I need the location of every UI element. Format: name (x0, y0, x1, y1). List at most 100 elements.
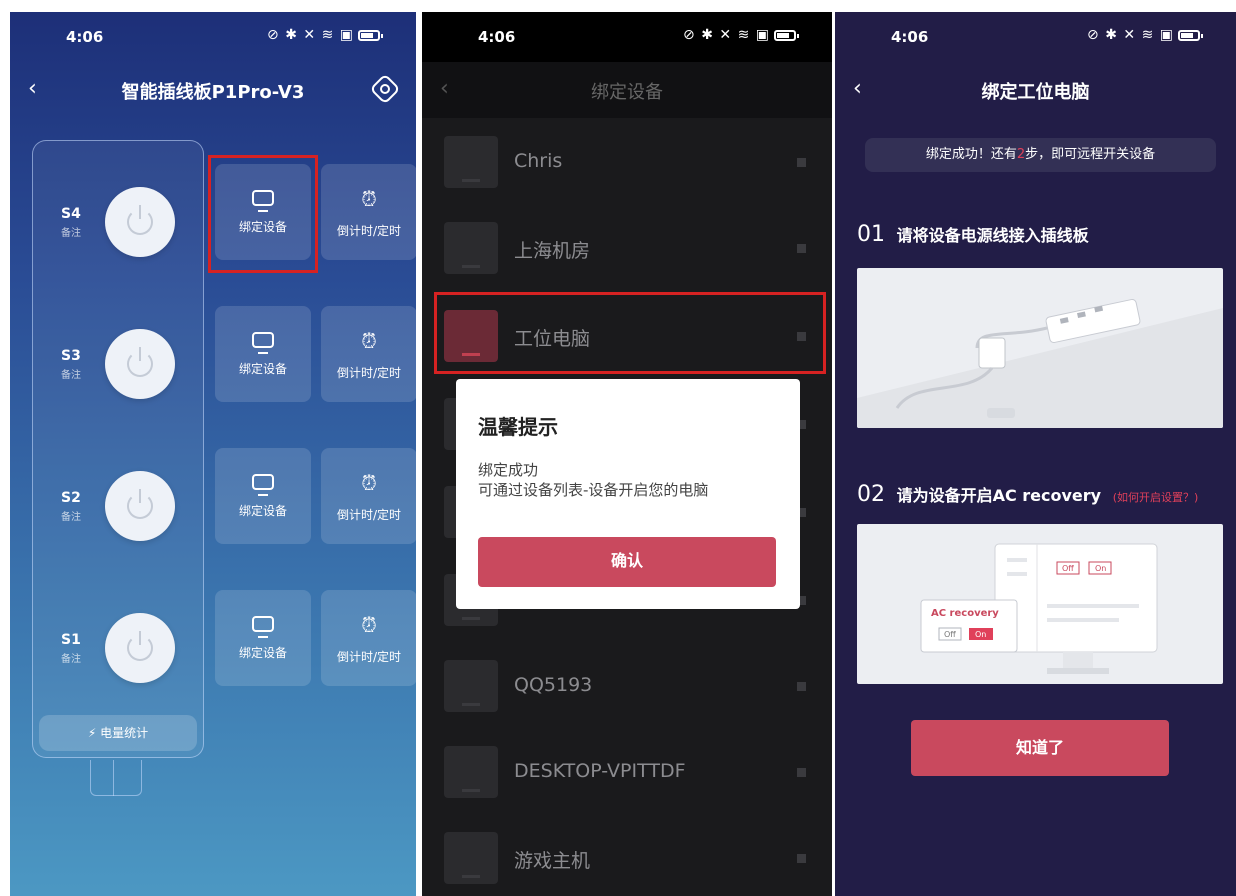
timer-button-s2[interactable]: ⏰︎ 倒计时/定时 (321, 448, 416, 544)
monitor-icon (252, 616, 274, 638)
navbar: ‹ 绑定工位电脑 (835, 62, 1236, 118)
monitor-icon (444, 136, 498, 188)
status-bar: 4:06 ⊘ ✱ ✕ ≋ ▣ (422, 12, 832, 62)
alarm-clock-icon: ⏰︎ (361, 187, 377, 211)
page-title: 绑定工位电脑 (981, 82, 1090, 103)
device-name: 上海机房 (514, 240, 591, 262)
device-name: DESKTOP-VPITTDF (514, 760, 686, 782)
device-row[interactable]: 游戏主机 (422, 816, 832, 896)
device-row[interactable]: 上海机房 (422, 206, 832, 290)
navbar: ‹ 绑定设备 (422, 62, 832, 118)
bind-device-button-s2[interactable]: 绑定设备 (215, 448, 311, 544)
bind-device-label: 绑定设备 (238, 504, 287, 518)
monitor-icon (252, 474, 274, 496)
how-to-enable-link[interactable]: (如何开启设置？) (1113, 491, 1199, 504)
power-button-s2[interactable] (105, 471, 175, 541)
socket-s2: S2 备注 (33, 445, 203, 565)
battery-icon (358, 29, 383, 41)
status-icons: ⊘ ✱ ✕ ≋ ▣ (1087, 27, 1203, 43)
socket-id: S2 (61, 490, 81, 506)
navbar: ‹ 智能插线板P1Pro-V3 (10, 62, 416, 118)
timer-button-s4[interactable]: ⏰︎ 倒计时/定时 (321, 164, 416, 260)
ac-recovery-label: AC recovery (931, 608, 999, 619)
socket-id: S4 (61, 206, 81, 222)
battery-icon (1178, 29, 1203, 41)
device-row[interactable]: Chris (422, 120, 832, 204)
status-bar: 4:06 ⊘ ✱ ✕ ≋ ▣ (10, 12, 416, 62)
socket-id: S1 (61, 632, 81, 648)
socket-s3: S3 备注 (33, 303, 203, 423)
socket-note[interactable]: 备注 (61, 650, 81, 665)
step-1: 01 请将设备电源线接入插线板 (857, 222, 1089, 247)
lightning-icon: ⚡︎ (87, 726, 97, 740)
monitor-icon (444, 746, 498, 798)
on-label: On (975, 630, 987, 639)
ac-recovery-illustration: AC recovery Off On Off On (857, 524, 1223, 684)
power-icon (127, 631, 153, 661)
monitor-icon (444, 222, 498, 274)
power-button-s4[interactable] (105, 187, 175, 257)
page-title: 智能插线板P1Pro-V3 (121, 82, 305, 103)
success-tip-bar: 绑定成功！还有2步，即可远程开关设备 (865, 138, 1216, 172)
page-title: 绑定设备 (591, 82, 663, 103)
grid-icon (797, 244, 806, 253)
plug-cable (90, 760, 142, 796)
socket-note[interactable]: 备注 (61, 224, 81, 239)
device-name: QQ5193 (514, 674, 593, 696)
alarm-clock-icon: ⏰︎ (361, 471, 377, 495)
device-row[interactable]: DESKTOP-VPITTDF (422, 730, 832, 814)
power-strip: S4 备注 S3 备注 S2 备注 S1 备注 ⚡︎ 电量统计 (32, 140, 204, 758)
step-number: 02 (857, 482, 885, 507)
step-text: 请将设备电源线接入插线板 (896, 226, 1089, 245)
highlight-box (434, 292, 826, 374)
bind-workstation-screen: 4:06 ⊘ ✱ ✕ ≋ ▣ ‹ 绑定工位电脑 绑定成功！还有2步，即可远程开关… (835, 12, 1236, 896)
energy-stats-button[interactable]: ⚡︎ 电量统计 (39, 715, 197, 751)
status-bar: 4:06 ⊘ ✱ ✕ ≋ ▣ (835, 12, 1236, 62)
highlight-box (208, 155, 318, 273)
alarm-clock-icon: ⏰︎ (361, 329, 377, 353)
steps-remaining: 2 (1016, 147, 1026, 162)
confirm-button[interactable]: 确认 (478, 537, 776, 587)
status-time: 4:06 (478, 28, 516, 46)
power-icon (127, 205, 153, 235)
timer-button-s1[interactable]: ⏰︎ 倒计时/定时 (321, 590, 416, 686)
bind-device-button-s3[interactable]: 绑定设备 (215, 306, 311, 402)
power-button-s1[interactable] (105, 613, 175, 683)
grid-icon (797, 158, 806, 167)
battery-icon (774, 29, 799, 41)
grid-icon (797, 854, 806, 863)
step-number: 01 (857, 222, 885, 247)
status-time: 4:06 (891, 28, 929, 46)
socket-panel-screen: 4:06 ⊘ ✱ ✕ ≋ ▣ ‹ 智能插线板P1Pro-V3 S4 备注 S3 … (10, 12, 416, 896)
device-row[interactable]: QQ5193 (422, 644, 832, 728)
power-icon (127, 489, 153, 519)
dialog-message-line1: 绑定成功 (478, 461, 539, 479)
socket-id: S3 (61, 348, 81, 364)
step-text: 请为设备开启AC recovery (896, 486, 1102, 505)
socket-s4: S4 备注 (33, 161, 203, 281)
status-icons: ⊘ ✱ ✕ ≋ ▣ (683, 27, 799, 43)
dialog-title: 温馨提示 (478, 415, 558, 439)
socket-note[interactable]: 备注 (61, 366, 81, 381)
energy-stats-label: 电量统计 (100, 726, 149, 740)
device-name: 游戏主机 (514, 850, 591, 872)
bind-device-screen: 4:06 ⊘ ✱ ✕ ≋ ▣ ‹ 绑定设备 Chris 上海机房 工位电脑 QQ… (422, 12, 832, 896)
status-icons: ⊘ ✱ ✕ ≋ ▣ (267, 27, 383, 43)
success-dialog: 温馨提示 绑定成功 可通过设备列表-设备开启您的电脑 确认 (456, 379, 800, 609)
dialog-message-line2: 可通过设备列表-设备开启您的电脑 (478, 481, 709, 499)
bind-device-label: 绑定设备 (238, 362, 287, 376)
power-icon (127, 347, 153, 377)
device-name: Chris (514, 150, 563, 172)
bind-device-button-s1[interactable]: 绑定设备 (215, 590, 311, 686)
timer-button-s3[interactable]: ⏰︎ 倒计时/定时 (321, 306, 416, 402)
timer-label: 倒计时/定时 (336, 508, 402, 522)
monitor-icon (444, 832, 498, 884)
off-label: Off (1062, 564, 1074, 573)
monitor-icon (444, 660, 498, 712)
got-it-button[interactable]: 知道了 (911, 720, 1169, 776)
step-2: 02 请为设备开启AC recovery (如何开启设置？) (857, 482, 1198, 507)
power-button-s3[interactable] (105, 329, 175, 399)
grid-icon (797, 682, 806, 691)
socket-note[interactable]: 备注 (61, 508, 81, 523)
alarm-clock-icon: ⏰︎ (361, 613, 377, 637)
